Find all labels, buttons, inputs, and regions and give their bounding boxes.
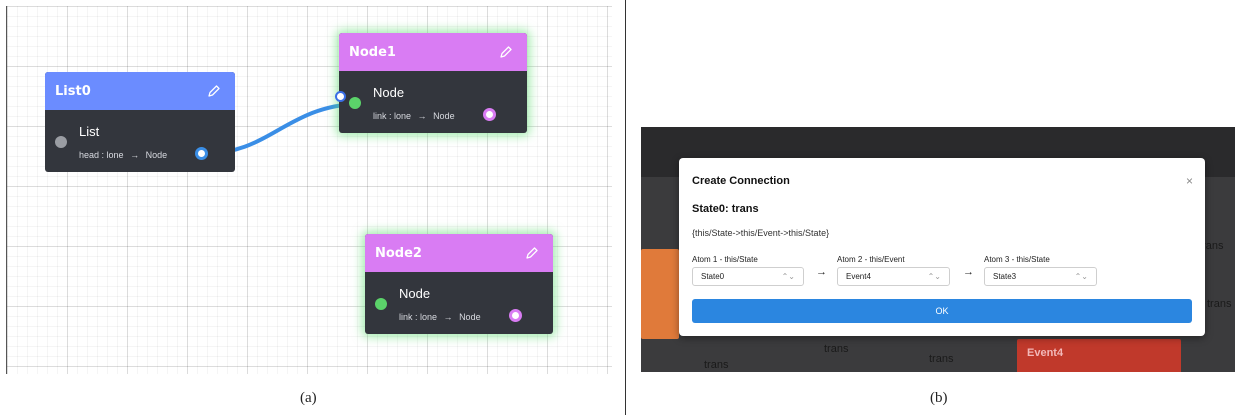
- arrow-icon: →: [963, 266, 974, 278]
- dialog-subtitle: State0: trans: [692, 203, 759, 215]
- field-name: head : lone: [79, 150, 124, 160]
- close-icon[interactable]: ×: [1186, 174, 1193, 188]
- field-arrow: →: [443, 312, 453, 322]
- arrow-icon: →: [816, 266, 827, 278]
- node-body: Node link : lone → Node: [335, 71, 527, 133]
- background-card: [641, 249, 679, 339]
- background-label: trans: [1207, 298, 1232, 310]
- node-type-label: Node: [373, 85, 405, 100]
- node-header[interactable]: List0: [45, 72, 235, 110]
- create-connection-dialog: Create Connection × State0: trans {this/…: [679, 158, 1205, 336]
- background-card-title: Event4: [1027, 347, 1064, 359]
- ok-button[interactable]: OK: [692, 299, 1192, 323]
- atom-3-select[interactable]: State3 ⌃⌄: [984, 267, 1097, 286]
- atom-3-value: State3: [993, 272, 1017, 281]
- chevron-updown-icon: ⌃⌄: [781, 272, 795, 281]
- field-arrow: →: [130, 150, 140, 160]
- field-name: link : lone: [373, 111, 412, 121]
- node-header[interactable]: Node2: [365, 234, 553, 272]
- background-card-event4: Event4: [1017, 339, 1181, 372]
- background-label: trans: [824, 343, 849, 355]
- atom-3-label: Atom 3 - this/State: [984, 255, 1050, 264]
- field-target: Node: [433, 111, 455, 121]
- node-body: Node link : lone → Node: [365, 272, 553, 334]
- node-field: link : lone → Node: [399, 312, 485, 322]
- node-body: List head : lone → Node: [45, 110, 235, 172]
- node-header[interactable]: Node1: [339, 33, 527, 71]
- caption-b: (b): [930, 390, 948, 406]
- divider: [625, 0, 626, 415]
- node-editor-canvas[interactable]: List0 List head : lone → Node Node1 Node…: [6, 6, 612, 374]
- background-label: trans: [704, 359, 729, 371]
- input-port-handle[interactable]: [335, 91, 346, 102]
- field-name: link : lone: [399, 312, 438, 322]
- node-field: link : lone → Node: [373, 111, 459, 121]
- input-port[interactable]: [55, 136, 67, 148]
- pencil-icon[interactable]: [207, 84, 221, 98]
- output-port[interactable]: [483, 108, 496, 121]
- pencil-icon[interactable]: [499, 45, 513, 59]
- node-type-label: Node: [399, 286, 431, 301]
- node-node2[interactable]: Node2 Node link : lone → Node: [365, 234, 553, 334]
- node-type-label: List: [79, 124, 100, 139]
- node-title: Node1: [349, 44, 396, 60]
- connection-dialog-screen: Event4 trans trans trans trans trans Cre…: [641, 127, 1235, 372]
- atom-2-value: Event4: [846, 272, 871, 281]
- atom-2-select[interactable]: Event4 ⌃⌄: [837, 267, 950, 286]
- field-target: Node: [145, 150, 168, 160]
- dialog-title: Create Connection: [692, 175, 790, 187]
- node-list0[interactable]: List0 List head : lone → Node: [45, 72, 235, 172]
- atom-1-value: State0: [701, 272, 725, 281]
- relation-expression: {this/State->this/Event->this/State}: [692, 228, 830, 238]
- node-field: head : lone → Node: [79, 150, 171, 160]
- node-title: List0: [55, 83, 91, 99]
- atom-1-select[interactable]: State0 ⌃⌄: [692, 267, 804, 286]
- node-title: Node2: [375, 245, 422, 261]
- pencil-icon[interactable]: [525, 246, 539, 260]
- caption-a: (a): [300, 390, 317, 406]
- atom-1-label: Atom 1 - this/State: [692, 255, 758, 264]
- output-port[interactable]: [509, 309, 522, 322]
- chevron-updown-icon: ⌃⌄: [927, 272, 941, 281]
- output-port[interactable]: [195, 147, 208, 160]
- field-target: Node: [459, 312, 481, 322]
- input-port[interactable]: [349, 97, 361, 109]
- background-label: trans: [929, 353, 954, 365]
- field-arrow: →: [417, 111, 427, 121]
- atom-2-label: Atom 2 - this/Event: [837, 255, 905, 264]
- chevron-updown-icon: ⌃⌄: [1074, 272, 1088, 281]
- node-node1[interactable]: Node1 Node link : lone → Node: [335, 33, 527, 133]
- input-port[interactable]: [375, 298, 387, 310]
